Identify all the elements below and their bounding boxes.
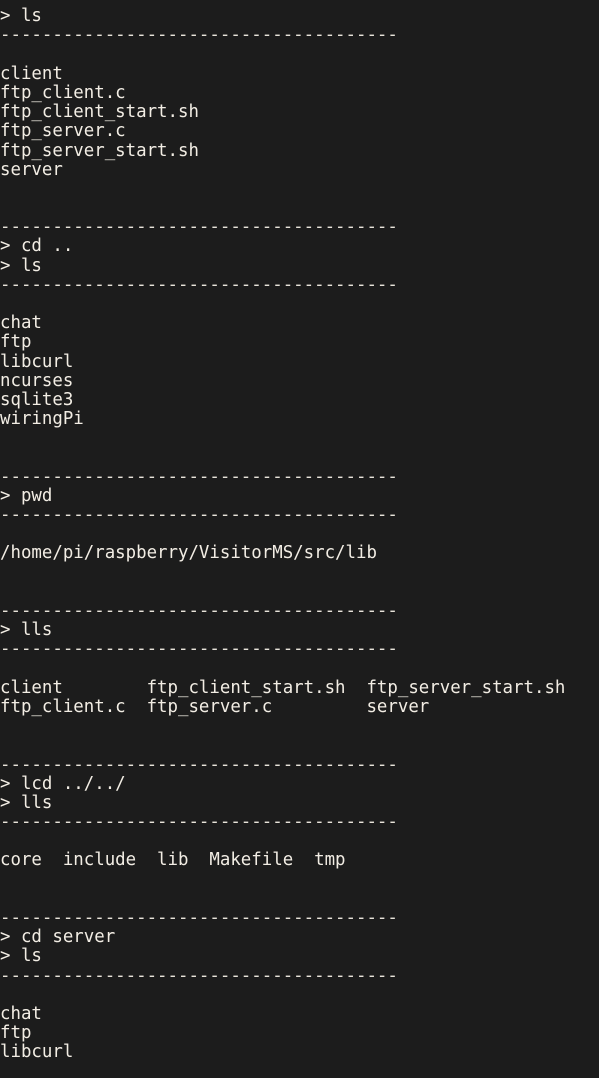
output-line: core include lib Makefile tmp	[0, 850, 346, 871]
output-line: ftp	[0, 1023, 32, 1044]
output-line: chat	[0, 313, 42, 334]
separator-line: --------------------------------------	[0, 505, 398, 526]
separator-line: --------------------------------------	[0, 466, 398, 487]
output-line: server	[0, 159, 63, 180]
command-line: > cd ..	[0, 236, 74, 257]
separator-line: --------------------------------------	[0, 812, 398, 833]
command-line: > ls	[0, 6, 42, 27]
command-line: > ls	[0, 946, 42, 967]
output-line: ftp_server_start.sh	[0, 140, 199, 161]
terminal-output-pane[interactable]: --------------------------------------> …	[0, 0, 599, 1066]
separator-line: --------------------------------------	[0, 217, 398, 238]
separator-line: --------------------------------------	[0, 965, 398, 986]
separator-line: --------------------------------------	[0, 0, 599, 7]
output-line: ftp_client.c ftp_server.c server	[0, 696, 430, 717]
output-line: ncurses	[0, 370, 74, 391]
command-line: > lcd ../../	[0, 773, 126, 794]
separator-line: --------------------------------------	[0, 908, 398, 928]
output-line: libcurl	[0, 351, 74, 372]
output-line: ftp_client_start.sh	[0, 102, 199, 123]
command-line: > cd server	[0, 927, 116, 948]
output-line: client ftp_client_start.sh ftp_server_st…	[0, 677, 566, 698]
separator-line: --------------------------------------	[0, 601, 398, 621]
output-line: sqlite3	[0, 389, 74, 410]
output-line: libcurl	[0, 1042, 74, 1063]
separator-line: --------------------------------------	[0, 274, 398, 295]
output-line: wiringPi	[0, 409, 84, 430]
output-line: client	[0, 63, 63, 84]
command-line: > lls	[0, 620, 53, 641]
output-line: ftp_server.c	[0, 121, 126, 142]
command-line: > ls	[0, 255, 42, 276]
command-line: > pwd	[0, 485, 53, 506]
output-line: chat	[0, 1003, 42, 1024]
separator-line: --------------------------------------	[0, 25, 398, 46]
output-line: ftp	[0, 332, 32, 353]
output-line: ncurses	[0, 1062, 599, 1066]
separator-line: --------------------------------------	[0, 754, 398, 775]
output-line: ftp_client.c	[0, 82, 126, 103]
separator-line: --------------------------------------	[0, 639, 398, 660]
command-line: > lls	[0, 792, 53, 813]
output-line: /home/pi/raspberry/VisitorMS/src/lib	[0, 543, 377, 564]
